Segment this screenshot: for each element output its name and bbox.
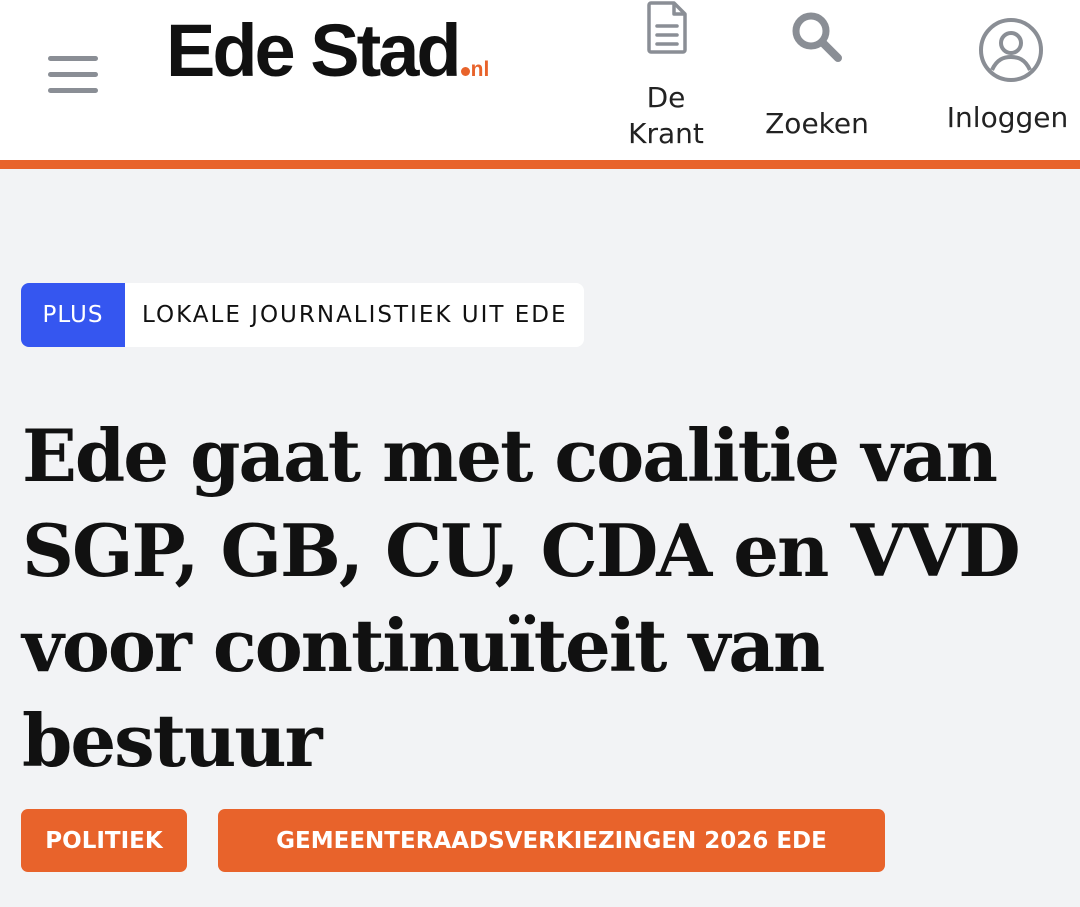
site-logo[interactable]: Ede Stad nl <box>166 6 489 96</box>
document-icon <box>646 0 688 59</box>
nav-zoeken[interactable]: Zoeken <box>752 0 882 160</box>
plus-badge: PLUS <box>21 283 125 347</box>
logo-name: Ede Stad <box>166 9 462 92</box>
nav-de-krant-label: De Krant <box>628 81 704 150</box>
menu-bar <box>48 88 98 93</box>
article-title: Ede gaat met coalitie van SGP, GB, CU, C… <box>22 413 1021 783</box>
search-icon <box>790 10 844 69</box>
plus-strip: PLUS LOKALE JOURNALISTIEK UIT EDE <box>21 283 584 347</box>
menu-bar <box>48 56 98 61</box>
header-divider <box>0 160 1080 169</box>
user-icon <box>978 17 1044 88</box>
menu-bar <box>48 72 98 77</box>
site-header: Ede Stad nl De Krant Zoeken Inloggen <box>0 0 1080 160</box>
section-label: LOKALE JOURNALISTIEK UIT EDE <box>142 302 568 328</box>
nav-inloggen-label: Inloggen <box>946 101 1069 134</box>
tag-gemeenteraadsverkiezingen[interactable]: GEMEENTERAADSVERKIEZINGEN 2026 EDE <box>218 809 885 872</box>
logo-tld-text: nl <box>470 58 490 81</box>
logo-tld: nl <box>460 58 490 82</box>
nav-de-krant[interactable]: De Krant <box>620 0 712 160</box>
nav-zoeken-label: Zoeken <box>765 107 869 140</box>
menu-icon[interactable] <box>48 56 98 96</box>
logo-dot <box>460 67 470 76</box>
tag-politiek[interactable]: POLITIEK <box>21 809 187 872</box>
nav-inloggen[interactable]: Inloggen <box>935 0 1080 160</box>
